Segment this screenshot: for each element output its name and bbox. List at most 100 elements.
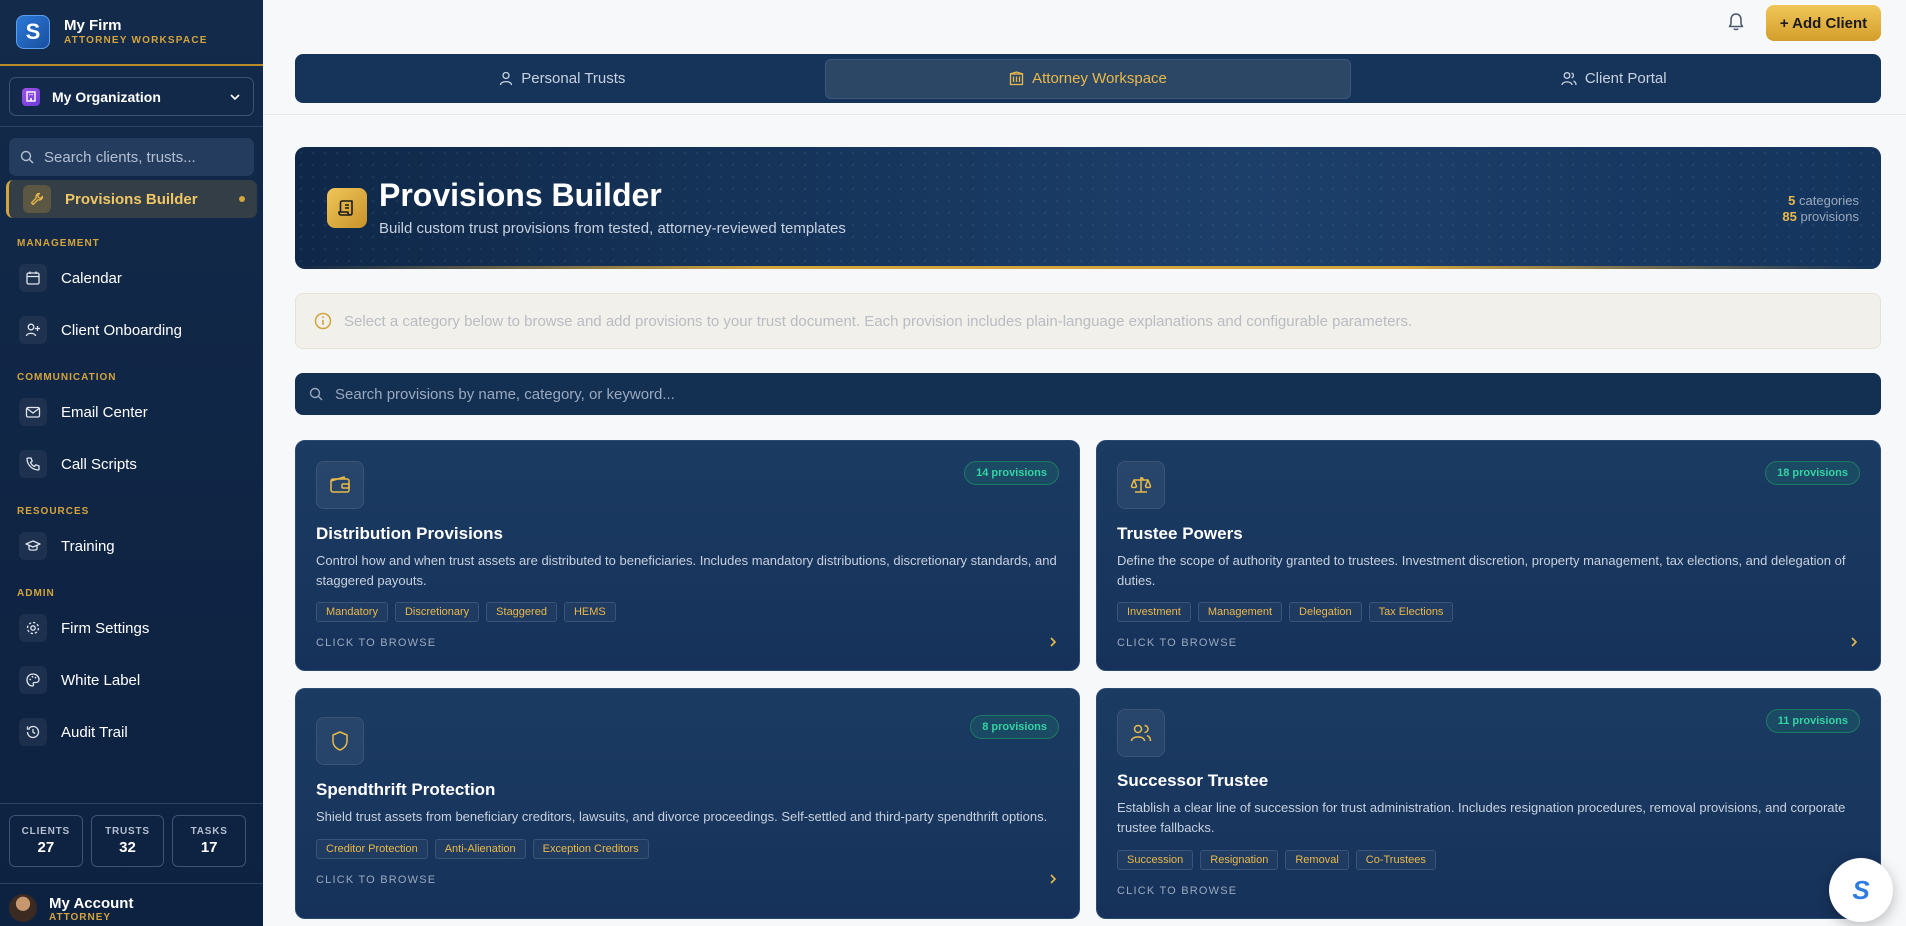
tab-label: Attorney Workspace — [1032, 70, 1167, 87]
sidebar-item-training[interactable]: Training — [0, 524, 263, 568]
organization-icon — [22, 87, 40, 106]
workspace-tabs: Personal Trusts Attorney Workspace Clien… — [295, 54, 1881, 103]
card-description: Control how and when trust assets are di… — [316, 553, 1057, 588]
tab-label: Personal Trusts — [521, 70, 626, 87]
sidebar-item-audit-trail[interactable]: Audit Trail — [0, 710, 263, 754]
tag: Anti-Alienation — [434, 839, 526, 859]
sidebar-item-white-label[interactable]: White Label — [0, 658, 263, 702]
add-client-button[interactable]: + Add Client — [1766, 5, 1881, 41]
click-to-browse: CLICK TO BROWSE — [1117, 885, 1238, 897]
stat-tasks: TASKS 17 — [172, 815, 247, 867]
scroll-icon — [327, 188, 367, 228]
user-plus-icon — [19, 316, 47, 344]
account-menu[interactable]: My Account ATTORNEY — [0, 883, 263, 926]
organization-name: My Organization — [52, 88, 161, 105]
building-icon — [1009, 71, 1024, 86]
sidebar-item-label: Audit Trail — [61, 723, 128, 741]
user-icon — [500, 71, 513, 86]
sidebar-search-input[interactable] — [44, 148, 234, 166]
users-icon — [1561, 72, 1577, 86]
info-icon — [314, 312, 332, 330]
search-icon — [20, 150, 34, 164]
tab-personal-trusts[interactable]: Personal Trusts — [300, 59, 825, 99]
provision-search — [295, 373, 1881, 415]
card-tags: Creditor Protection Anti-Alienation Exce… — [316, 839, 649, 859]
sidebar-item-label: Training — [61, 537, 115, 555]
provisions-count: 85 — [1782, 209, 1797, 224]
card-description: Define the scope of authority granted to… — [1117, 553, 1846, 588]
sidebar-item-label: Provisions Builder — [65, 190, 198, 208]
brand: S My Firm ATTORNEY WORKSPACE — [0, 0, 263, 66]
category-card-trustee-powers[interactable]: 18 provisions Trustee Powers Define the … — [1096, 440, 1881, 671]
sidebar-item-client-onboarding[interactable]: Client Onboarding — [0, 308, 263, 352]
section-label-admin: ADMIN — [17, 588, 55, 599]
sidebar-item-calendar[interactable]: Calendar — [0, 256, 263, 300]
category-card-distribution[interactable]: 14 provisions Distribution Provisions Co… — [295, 440, 1080, 671]
gear-icon — [19, 614, 47, 642]
card-tags: Succession Resignation Removal Co-Truste… — [1117, 850, 1436, 870]
hero-accent-bar — [295, 266, 1881, 269]
active-indicator — [239, 196, 245, 202]
phone-icon — [19, 450, 47, 478]
organization-selector[interactable]: My Organization — [9, 77, 254, 116]
tag: Co-Trustees — [1355, 850, 1436, 870]
chevron-right-icon — [1050, 637, 1057, 647]
tag: Exception Creditors — [532, 839, 649, 859]
provision-search-input[interactable] — [335, 385, 1835, 403]
wrench-icon — [23, 185, 51, 213]
click-to-browse: CLICK TO BROWSE — [316, 874, 437, 886]
section-label-resources: RESOURCES — [17, 506, 90, 517]
sidebar-stats: CLIENTS 27 TRUSTS 32 TASKS 17 — [9, 815, 247, 867]
avatar — [9, 894, 37, 922]
assistant-launcher-button[interactable]: S — [1829, 858, 1893, 922]
card-description: Shield trust assets from beneficiary cre… — [316, 809, 1048, 824]
tag: Investment — [1117, 602, 1191, 622]
sidebar-item-call-scripts[interactable]: Call Scripts — [0, 442, 263, 486]
brand-name: My Firm — [64, 17, 122, 34]
info-banner: Select a category below to browse and ad… — [295, 293, 1881, 349]
header-divider — [263, 114, 1906, 115]
divider — [0, 126, 263, 127]
chevron-down-icon — [230, 93, 240, 100]
users-icon — [1117, 709, 1165, 757]
tag: Delegation — [1289, 602, 1362, 622]
tag: Mandatory — [316, 602, 388, 622]
shield-icon — [316, 717, 364, 765]
sidebar: S My Firm ATTORNEY WORKSPACE My Organiza… — [0, 0, 263, 926]
calendar-icon — [19, 264, 47, 292]
tag: Creditor Protection — [316, 839, 428, 859]
page-title: Provisions Builder — [379, 177, 662, 213]
tab-attorney-workspace[interactable]: Attorney Workspace — [824, 58, 1352, 99]
card-title: Distribution Provisions — [316, 524, 504, 543]
card-title: Trustee Powers — [1117, 524, 1243, 543]
tag: HEMS — [563, 602, 616, 622]
tag: Succession — [1117, 850, 1194, 870]
sidebar-item-label: Firm Settings — [61, 619, 150, 637]
card-description: Establish a clear line of succession for… — [1117, 800, 1846, 835]
sidebar-item-email-center[interactable]: Email Center — [0, 390, 263, 434]
tab-client-portal[interactable]: Client Portal — [1351, 59, 1876, 99]
provision-count-badge: 14 provisions — [964, 461, 1059, 485]
card-tags: Investment Management Delegation Tax Ele… — [1117, 602, 1454, 622]
card-tags: Mandatory Discretionary Staggered HEMS — [316, 602, 616, 622]
section-label-communication: COMMUNICATION — [17, 372, 117, 383]
sidebar-item-label: Calendar — [61, 269, 122, 287]
tag: Management — [1197, 602, 1283, 622]
tab-label: Client Portal — [1584, 70, 1667, 87]
wallet-icon — [316, 461, 364, 509]
provision-count-badge: 8 provisions — [970, 715, 1059, 739]
category-card-successor-trustee[interactable]: 11 provisions Successor Trustee Establis… — [1096, 688, 1881, 919]
sidebar-item-provisions-builder[interactable]: Provisions Builder — [6, 180, 257, 218]
scale-icon — [1117, 461, 1165, 509]
notifications-bell-icon[interactable] — [1725, 10, 1747, 34]
sidebar-item-label: Call Scripts — [61, 455, 137, 473]
chevron-right-icon — [1851, 637, 1858, 647]
sidebar-item-firm-settings[interactable]: Firm Settings — [0, 606, 263, 650]
category-card-spendthrift[interactable]: 8 provisions Spendthrift Protection Shie… — [295, 688, 1080, 919]
hero-stats: 5 categories 85 provisions — [1782, 193, 1859, 225]
info-text: Select a category below to browse and ad… — [344, 312, 1413, 330]
stat-value: 27 — [37, 839, 55, 856]
card-title: Successor Trustee — [1117, 771, 1269, 790]
palette-icon — [19, 666, 47, 694]
page-subtitle: Build custom trust provisions from teste… — [379, 220, 846, 237]
